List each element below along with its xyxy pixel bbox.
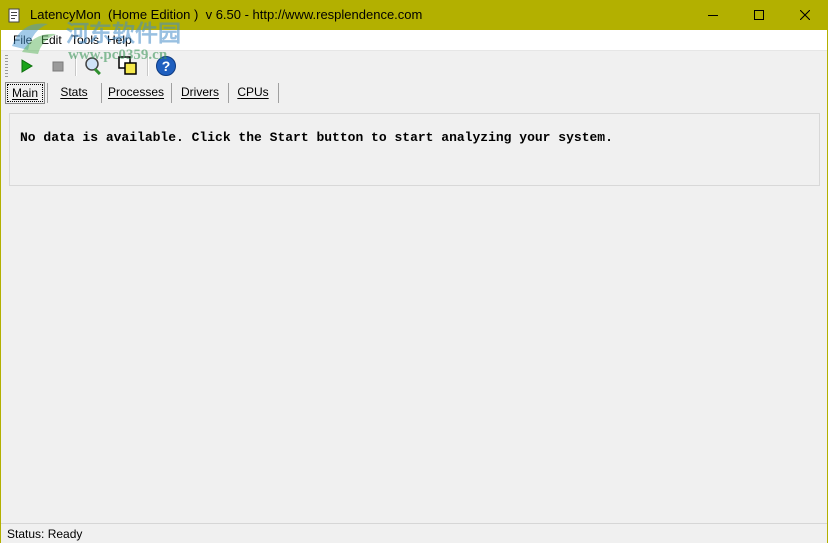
menu-edit[interactable]: Edit	[41, 33, 62, 47]
close-icon	[800, 10, 810, 20]
stop-icon	[52, 61, 64, 72]
no-data-message: No data is available. Click the Start bu…	[20, 130, 613, 145]
copy-windows-icon	[118, 56, 137, 75]
tab-strip: Main Stats Processes Drivers CPUs	[1, 82, 827, 104]
tab-separator	[101, 83, 102, 103]
status-bar: Status: Ready	[1, 523, 827, 543]
close-button[interactable]	[782, 0, 828, 30]
tab-cpus[interactable]: CPUs	[233, 82, 273, 102]
toolbar-separator	[147, 56, 149, 76]
tab-separator	[171, 83, 172, 103]
tab-stats-label: Stats	[60, 85, 88, 99]
svg-text:?: ?	[162, 58, 171, 74]
menu-bar: File Edit Tools Help	[1, 30, 827, 51]
toolbar: ?	[1, 51, 827, 81]
minimize-button[interactable]	[690, 0, 736, 30]
client-area: File Edit Tools Help ? Main Stats Proces…	[1, 30, 827, 543]
menu-tools[interactable]: Tools	[71, 33, 99, 47]
tab-drivers[interactable]: Drivers	[177, 82, 223, 102]
tab-processes[interactable]: Processes	[107, 82, 165, 102]
tab-drivers-label: Drivers	[181, 85, 219, 99]
help-button[interactable]: ?	[154, 54, 178, 78]
tab-separator	[228, 83, 229, 103]
tab-processes-label: Processes	[107, 85, 165, 99]
tab-separator	[278, 83, 279, 103]
analyze-button[interactable]	[82, 54, 106, 78]
start-button[interactable]	[14, 54, 38, 78]
window-title: LatencyMon (Home Edition ) v 6.50 - http…	[30, 7, 423, 22]
menu-file[interactable]: File	[13, 33, 32, 47]
search-magnifier-icon	[85, 57, 101, 76]
app-icon	[8, 8, 22, 23]
tab-main-label: Main	[11, 86, 38, 100]
copy-button[interactable]	[116, 54, 140, 78]
toolbar-separator	[75, 56, 77, 76]
main-panel: No data is available. Click the Start bu…	[9, 113, 820, 186]
toolbar-grip[interactable]	[5, 55, 8, 77]
menu-help[interactable]: Help	[107, 33, 132, 47]
tab-separator	[47, 83, 48, 103]
start-play-icon	[21, 59, 33, 73]
maximize-button[interactable]	[736, 0, 782, 30]
status-text: Status: Ready	[7, 527, 83, 541]
app-window: LatencyMon (Home Edition ) v 6.50 - http…	[0, 0, 828, 543]
title-bar[interactable]: LatencyMon (Home Edition ) v 6.50 - http…	[0, 0, 828, 30]
tab-stats[interactable]: Stats	[53, 82, 95, 102]
tab-main[interactable]: Main	[5, 82, 45, 104]
minimize-icon	[708, 15, 718, 16]
maximize-icon	[754, 10, 764, 20]
stop-button[interactable]	[46, 54, 70, 78]
tab-cpus-label: CPUs	[237, 85, 269, 99]
help-icon: ?	[156, 56, 176, 76]
